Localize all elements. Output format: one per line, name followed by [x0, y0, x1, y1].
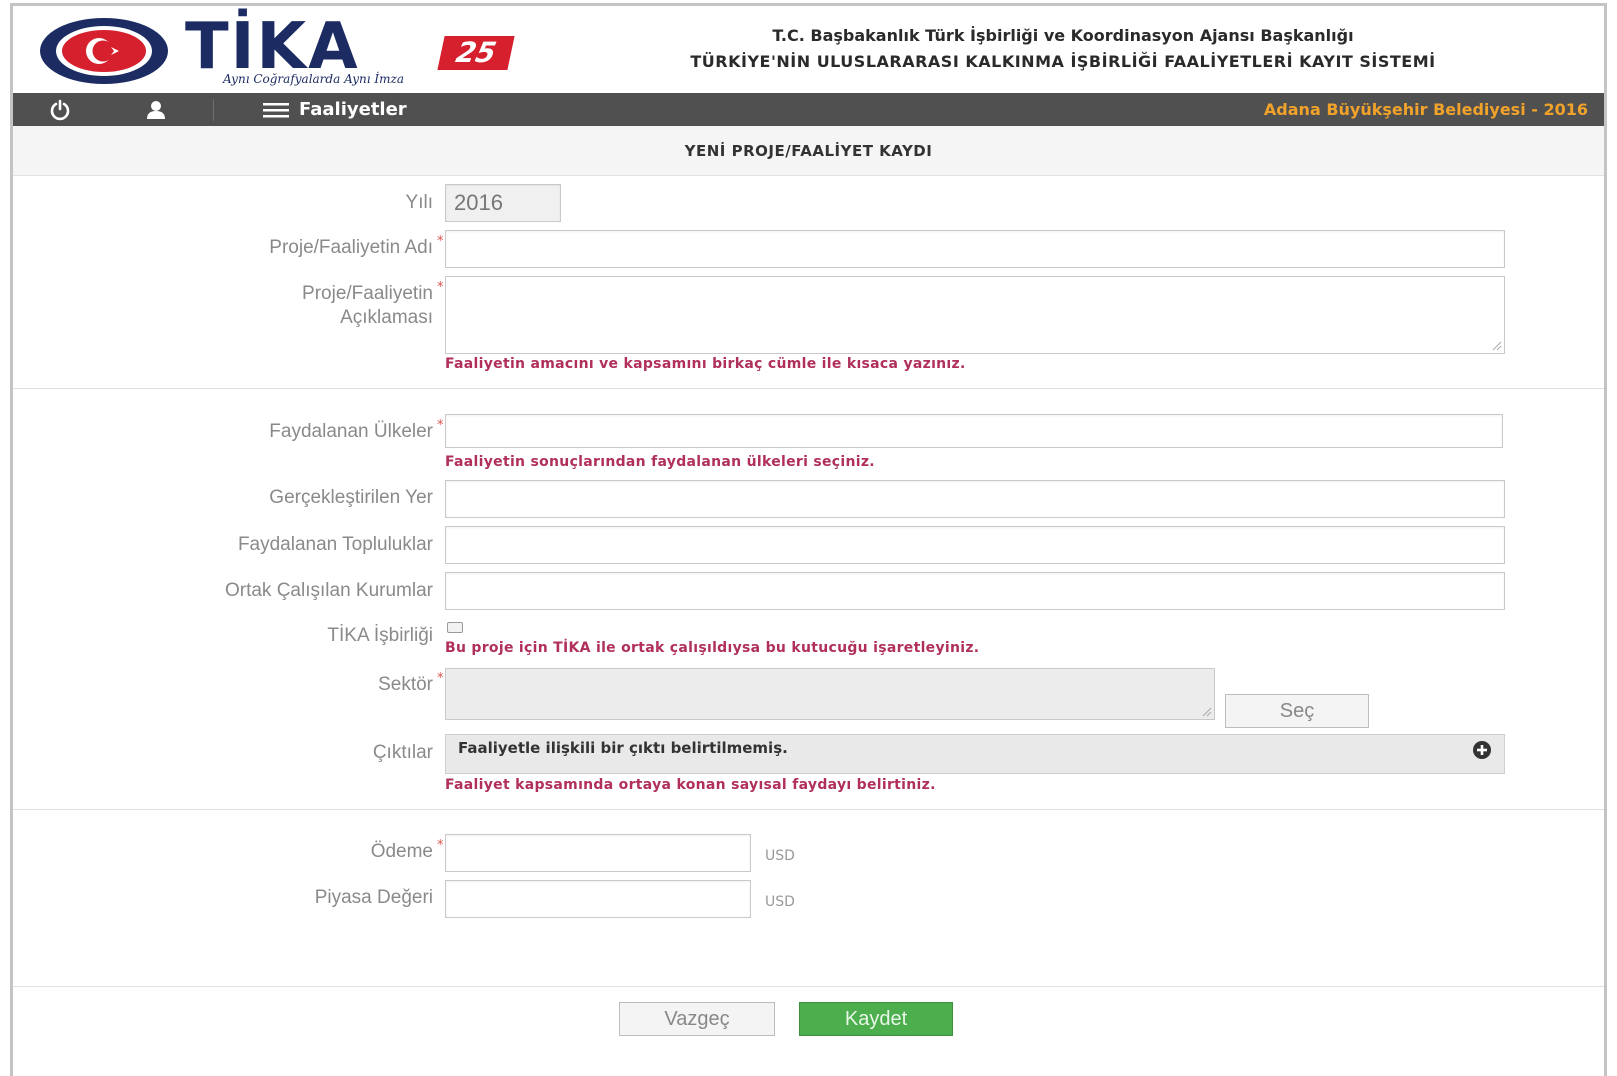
required-mark: * — [437, 418, 444, 433]
required-mark: * — [437, 838, 444, 853]
year-label: Yılı — [405, 192, 433, 213]
logo-slogan: Aynı Coğrafyalarda Aynı İmza — [223, 72, 405, 86]
project-description-label-line1: Proje/Faaliyetin — [302, 283, 433, 304]
project-name-label: Proje/Faaliyetin Adı — [269, 237, 433, 258]
outputs-box: Faaliyetle ilişkili bir çıktı belirtilme… — [445, 734, 1505, 774]
payment-label: Ödeme — [370, 841, 433, 862]
hamburger-icon — [263, 102, 289, 117]
tika-cooperation-help: Bu proje için TİKA ile ortak çalışıldıys… — [445, 640, 980, 656]
beneficiary-countries-field[interactable] — [445, 414, 1503, 448]
profile-button[interactable] — [141, 99, 171, 121]
tika-seal-icon — [40, 18, 168, 84]
partner-institutions-label: Ortak Çalışılan Kurumlar — [224, 580, 433, 601]
sector-textarea — [445, 668, 1215, 720]
payment-unit: USD — [765, 848, 795, 864]
sector-label: Sektör — [378, 674, 433, 695]
outputs-help: Faaliyet kapsamında ortaya konan sayısal… — [445, 777, 936, 793]
beneficiary-countries-label: Faydalanan Ülkeler — [269, 421, 433, 442]
footer-divider — [13, 986, 1604, 987]
activities-menu-label: Faaliyetler — [299, 99, 407, 120]
tika-cooperation-checkbox[interactable] — [447, 622, 463, 633]
project-description-textarea[interactable] — [445, 276, 1505, 354]
section-divider — [13, 809, 1604, 810]
logo-anniversary-badge: 25 — [437, 36, 515, 70]
nav-separator — [213, 99, 214, 121]
project-name-field[interactable] — [445, 230, 1505, 268]
power-icon — [50, 99, 70, 121]
year-field[interactable] — [445, 184, 561, 222]
description-help: Faaliyetin amacını ve kapsamını birkaç c… — [445, 356, 966, 372]
form-title: YENİ PROJE/FAALİYET KAYDI — [13, 126, 1604, 176]
navbar: Faaliyetler Adana Büyükşehir Belediyesi … — [13, 93, 1604, 126]
market-value-field[interactable] — [445, 880, 751, 918]
activities-menu[interactable]: Faaliyetler — [263, 93, 407, 126]
outputs-empty-text: Faaliyetle ilişkili bir çıktı belirtilme… — [458, 739, 788, 757]
app-frame: TİKA 25 Aynı Coğrafyalarda Aynı İmza T.C… — [10, 3, 1607, 1076]
beneficiary-communities-label: Faydalanan Topluluklar — [237, 534, 433, 555]
system-title: TÜRKİYE'NİN ULUSLARARASI KALKINMA İŞBİRL… — [690, 52, 1436, 71]
partner-institutions-field[interactable] — [445, 572, 1505, 610]
project-description-label-line2: Açıklaması — [340, 307, 433, 328]
beneficiary-communities-field[interactable] — [445, 526, 1505, 564]
add-output-icon[interactable] — [1472, 740, 1492, 760]
user-icon — [147, 101, 165, 119]
save-button[interactable]: Kaydet — [799, 1002, 953, 1036]
location-field[interactable] — [445, 480, 1505, 518]
agency-title: T.C. Başbakanlık Türk İşbirliği ve Koord… — [772, 26, 1354, 45]
resize-grip-icon — [1202, 707, 1212, 717]
payment-field[interactable] — [445, 834, 751, 872]
required-mark: * — [437, 671, 444, 686]
sector-select-button[interactable]: Seç — [1225, 694, 1369, 728]
outputs-label: Çıktılar — [372, 742, 433, 763]
required-mark: * — [437, 234, 444, 249]
required-mark: * — [437, 280, 444, 295]
market-value-unit: USD — [765, 894, 795, 910]
location-label: Gerçekleştirilen Yer — [269, 487, 433, 508]
resize-grip-icon[interactable] — [1490, 339, 1502, 351]
organization-name: Adana Büyükşehir Belediyesi - 2016 — [1263, 100, 1588, 119]
cancel-button[interactable]: Vazgeç — [619, 1002, 775, 1036]
countries-help: Faaliyetin sonuçlarından faydalanan ülke… — [445, 454, 875, 470]
tika-cooperation-label: TİKA İşbirliği — [327, 625, 433, 646]
header: TİKA 25 Aynı Coğrafyalarda Aynı İmza T.C… — [13, 6, 1604, 93]
section-divider — [13, 388, 1604, 389]
market-value-label: Piyasa Değeri — [314, 887, 433, 908]
power-button[interactable] — [45, 99, 75, 121]
